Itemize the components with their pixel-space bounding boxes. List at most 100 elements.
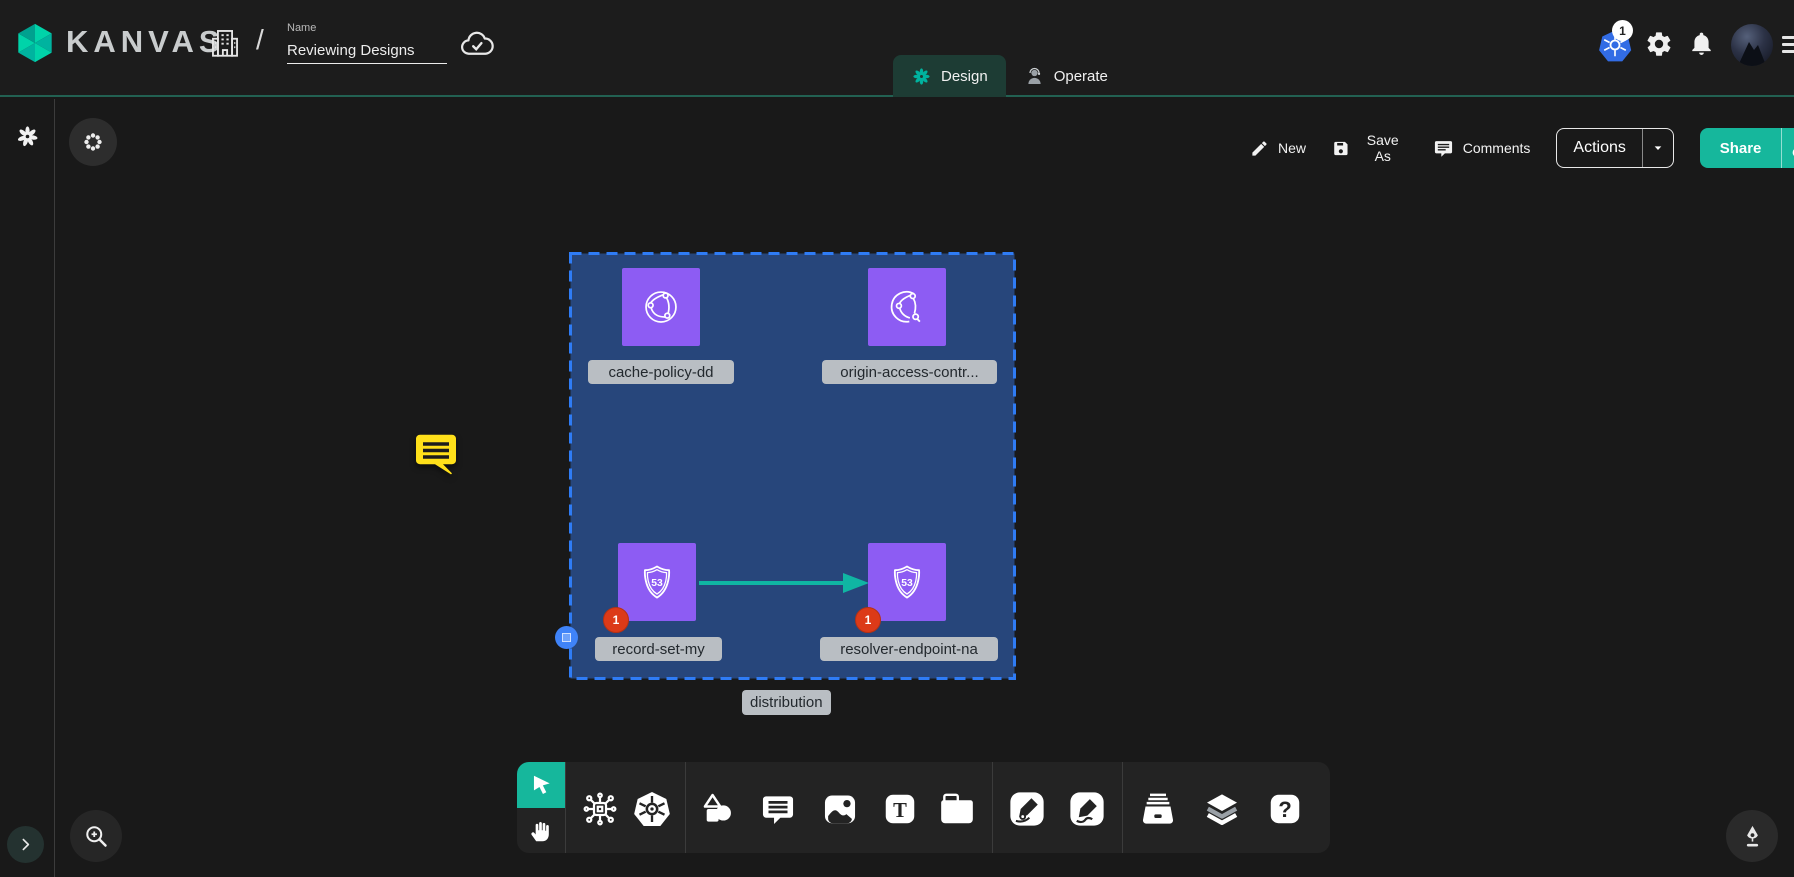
cloudfront-globe-icon [884, 284, 930, 330]
tool-pencil-button[interactable] [1064, 786, 1110, 832]
tab-operate[interactable]: Operate [1006, 55, 1126, 97]
avatar-silhouette [1731, 32, 1773, 66]
actions-button-label: Actions [1573, 139, 1625, 157]
expand-sidebar-button[interactable] [7, 826, 44, 863]
tool-text-button[interactable]: T [877, 786, 923, 832]
dock-divider [565, 762, 566, 853]
design-spiral-icon[interactable] [14, 123, 41, 150]
pen-nib-button[interactable] [1726, 810, 1778, 862]
pencil-icon [1250, 139, 1269, 158]
mode-tabs: Design Operate [893, 55, 1126, 97]
kubernetes-wheel-icon [632, 789, 672, 829]
tool-shapes-button[interactable] [694, 786, 740, 832]
node-record-set[interactable]: 53 [618, 543, 696, 621]
dock-divider [992, 762, 993, 853]
canvas-flower-button[interactable] [69, 118, 117, 166]
svg-text:T: T [893, 800, 907, 822]
notifications-button[interactable] [1686, 30, 1716, 60]
text-icon: T [881, 790, 919, 828]
copy-link-button[interactable] [1781, 128, 1794, 168]
node-cache-policy[interactable] [622, 268, 700, 346]
tool-kubernetes-button[interactable] [629, 786, 675, 832]
user-avatar[interactable] [1731, 24, 1773, 66]
left-sidebar [0, 99, 55, 877]
drawer-icon [1138, 789, 1178, 829]
kanvas-app: { "app": { "logo_text": "KANVAS" }, "hea… [0, 0, 1794, 877]
badge-count: 1 [613, 613, 620, 627]
app-title: KANVAS [66, 24, 225, 60]
group-label-text: distribution [750, 694, 823, 711]
node-error-badge[interactable]: 1 [603, 607, 629, 633]
tool-drawer-button[interactable] [1135, 786, 1181, 832]
actions-button[interactable]: Actions [1557, 129, 1641, 167]
comment-icon [1433, 138, 1454, 159]
tool-comment-button[interactable] [755, 786, 801, 832]
tools-dock: T [517, 762, 1330, 853]
selection-handle-blue[interactable] [555, 626, 578, 649]
cursor-icon [528, 772, 554, 798]
badge-count: 1 [865, 613, 872, 627]
menu-icon[interactable] [1782, 32, 1794, 56]
design-name-input[interactable] [287, 38, 447, 64]
caret-down-icon [1650, 140, 1666, 156]
settings-button[interactable] [1644, 30, 1674, 60]
pen-tool-icon [1008, 790, 1046, 828]
bell-icon [1688, 30, 1715, 57]
group-label-distribution[interactable]: distribution [742, 690, 831, 715]
node-label[interactable]: record-set-my [595, 637, 722, 661]
dock-divider [1122, 762, 1123, 853]
group-node-distribution[interactable]: cache-policy-dd origin-access-contr... 5… [569, 252, 1016, 680]
share-button-label: Share [1720, 140, 1762, 157]
tool-image-button[interactable] [817, 786, 863, 832]
operator-person-icon [1024, 66, 1045, 87]
tool-pen-button[interactable] [1004, 786, 1050, 832]
node-label[interactable]: origin-access-contr... [822, 360, 997, 384]
node-label[interactable]: cache-policy-dd [588, 360, 734, 384]
design-flower-icon [911, 66, 932, 87]
canvas-action-toolbar: New Save As Comments Actions Share [1250, 128, 1794, 168]
organization-building-icon[interactable] [208, 26, 242, 60]
kanvas-logo-icon[interactable] [12, 20, 58, 66]
actions-dropdown-toggle[interactable] [1642, 129, 1673, 167]
actions-split-button: Actions [1556, 128, 1673, 168]
svg-text:53: 53 [901, 578, 913, 589]
tool-note-button[interactable] [934, 786, 980, 832]
node-label[interactable]: resolver-endpoint-na [820, 637, 998, 661]
comment-tool-icon [759, 790, 797, 828]
kubernetes-context-button[interactable]: 1 [1594, 26, 1636, 66]
breadcrumb-separator: / [256, 24, 264, 56]
node-error-badge[interactable]: 1 [855, 607, 881, 633]
image-icon [821, 790, 859, 828]
tab-design[interactable]: Design [893, 55, 1006, 97]
tab-operate-label: Operate [1054, 68, 1108, 85]
dock-divider [685, 762, 686, 853]
share-split-button: Share [1700, 128, 1794, 168]
tool-layers-button[interactable] [1199, 786, 1245, 832]
gear-icon [1645, 30, 1673, 58]
new-button-label: New [1278, 140, 1306, 156]
node-label-text: origin-access-contr... [840, 364, 978, 381]
route53-shield-icon: 53 [884, 559, 930, 605]
node-resolver-endpoint[interactable]: 53 [868, 543, 946, 621]
edge-arrow[interactable] [697, 570, 871, 596]
new-button[interactable]: New [1250, 139, 1306, 158]
tool-pan-button[interactable] [517, 808, 565, 853]
share-button[interactable]: Share [1700, 128, 1782, 168]
zoom-in-button[interactable] [70, 810, 122, 862]
cloud-saved-icon [458, 26, 496, 64]
node-label-text: record-set-my [612, 641, 705, 658]
svg-text:?: ? [1278, 797, 1292, 822]
tool-circuit-button[interactable] [577, 786, 623, 832]
floppy-icon [1332, 139, 1350, 158]
node-label-text: resolver-endpoint-na [840, 641, 978, 658]
save-as-button[interactable]: Save As [1332, 132, 1407, 164]
node-origin-access-control[interactable] [868, 268, 946, 346]
tool-select-button[interactable] [517, 762, 565, 808]
comments-button-label: Comments [1463, 140, 1531, 156]
pen-nib-icon [1739, 823, 1766, 850]
comment-marker-yellow[interactable] [414, 432, 460, 480]
tool-help-button[interactable]: ? [1262, 786, 1308, 832]
layers-icon [1202, 789, 1242, 829]
comments-button[interactable]: Comments [1433, 138, 1531, 159]
help-icon: ? [1266, 790, 1304, 828]
